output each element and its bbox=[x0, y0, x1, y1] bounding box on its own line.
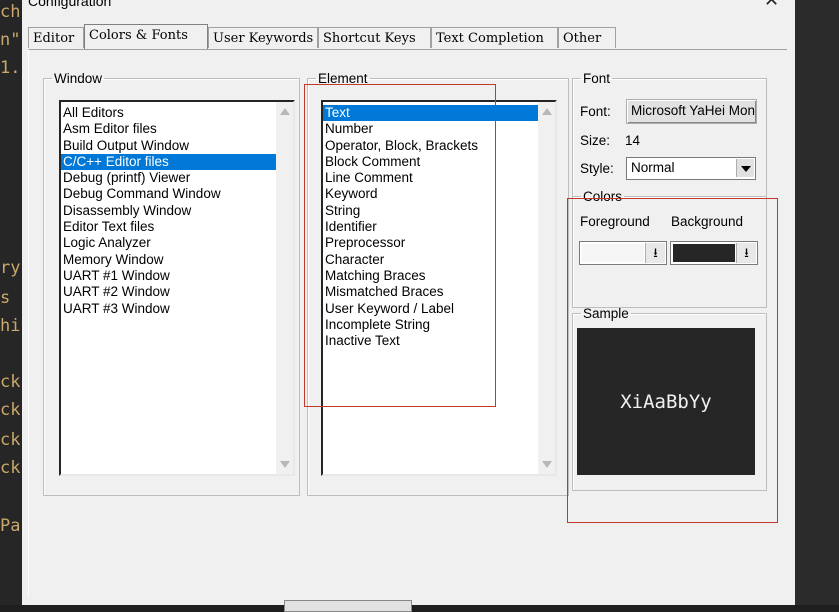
element-list-item[interactable]: Mismatched Braces bbox=[323, 284, 555, 300]
tab-other[interactable]: Other bbox=[558, 27, 616, 48]
window-list-item[interactable]: UART #3 Window bbox=[61, 301, 293, 317]
dropdown-arrow-icon[interactable]: ⭳ bbox=[645, 243, 665, 263]
editor-fragment: s bbox=[0, 288, 11, 308]
editor-background: ch n" 1. ry s hi ck ck ck ck Pa bbox=[0, 0, 22, 605]
window-list-item[interactable]: Disassembly Window bbox=[61, 203, 293, 219]
tab-colors-fonts[interactable]: Colors & Fonts bbox=[84, 24, 208, 49]
sample-group-legend: Sample bbox=[583, 306, 629, 321]
element-listbox[interactable]: Text Number Operator, Block, Brackets Block… bbox=[321, 100, 557, 476]
element-list-scrollbar[interactable] bbox=[538, 102, 555, 474]
element-group-legend: Element bbox=[318, 71, 368, 86]
element-list-item[interactable]: Line Comment bbox=[323, 170, 555, 186]
font-group-legend: Font bbox=[583, 71, 611, 86]
window-list-item[interactable]: All Editors bbox=[61, 105, 293, 121]
editor-fragment: ck bbox=[0, 458, 21, 478]
colors-group-legend: Colors bbox=[583, 189, 623, 204]
window-list-item[interactable]: C/C++ Editor files bbox=[61, 153, 293, 171]
editor-fragment: ck bbox=[0, 372, 21, 392]
background-swatch bbox=[673, 244, 735, 262]
size-value: 14 bbox=[625, 133, 641, 148]
window-list-item[interactable]: Debug (printf) Viewer bbox=[61, 170, 293, 186]
element-list-item[interactable]: Inactive Text bbox=[323, 333, 555, 349]
style-label: Style: bbox=[580, 161, 614, 176]
window-list-scrollbar[interactable] bbox=[276, 102, 293, 474]
sample-preview: XiAaBbYy bbox=[577, 328, 755, 475]
editor-fragment: ry bbox=[0, 258, 21, 278]
editor-fragment: ck bbox=[0, 400, 21, 420]
scroll-down-icon[interactable] bbox=[542, 461, 552, 468]
editor-fragment: n" bbox=[0, 30, 21, 50]
element-list-item[interactable]: Block Comment bbox=[323, 154, 555, 170]
editor-fragment: ck bbox=[0, 430, 21, 450]
window-list-item[interactable]: Logic Analyzer bbox=[61, 235, 293, 251]
size-label: Size: bbox=[580, 133, 611, 148]
window-group-legend: Window bbox=[54, 71, 103, 86]
background-color-picker[interactable]: ⭳ bbox=[670, 241, 758, 265]
element-list-item[interactable]: Keyword bbox=[323, 186, 555, 202]
chevron-down-icon[interactable] bbox=[736, 159, 754, 177]
element-list-item[interactable]: Character bbox=[323, 252, 555, 268]
sample-text: XiAaBbYy bbox=[620, 391, 712, 413]
style-dropdown[interactable]: Normal bbox=[626, 157, 756, 180]
element-list-item[interactable]: String bbox=[323, 203, 555, 219]
configuration-dialog: Configuration ✕ Editor Colors & Fonts Us… bbox=[22, 0, 795, 612]
scroll-up-icon[interactable] bbox=[280, 108, 290, 115]
element-list-item[interactable]: Identifier bbox=[323, 219, 555, 235]
window-list-item[interactable]: Memory Window bbox=[61, 252, 293, 268]
editor-fragment: 1. bbox=[0, 58, 21, 78]
font-label: Font: bbox=[580, 104, 611, 119]
element-list-item[interactable]: Number bbox=[323, 121, 555, 137]
tab-user-keywords[interactable]: User Keywords bbox=[208, 27, 318, 48]
dropdown-arrow-icon[interactable]: ⭳ bbox=[736, 243, 756, 263]
element-list-item[interactable]: Incomplete String bbox=[323, 317, 555, 333]
dialog-button-partial[interactable] bbox=[284, 600, 412, 612]
editor-fragment: Pa bbox=[0, 516, 21, 536]
style-dropdown-value: Normal bbox=[631, 160, 675, 175]
element-list-item[interactable]: Operator, Block, Brackets bbox=[323, 138, 555, 154]
scroll-down-icon[interactable] bbox=[280, 461, 290, 468]
element-list-item[interactable]: User Keyword / Label bbox=[323, 301, 555, 317]
element-list-item[interactable]: Preprocessor bbox=[323, 235, 555, 251]
editor-fragment: ch bbox=[0, 2, 21, 22]
window-list-item[interactable]: Build Output Window bbox=[61, 138, 293, 154]
tab-shortcut-keys[interactable]: Shortcut Keys bbox=[318, 27, 431, 48]
scroll-up-icon[interactable] bbox=[542, 108, 552, 115]
window-title: Configuration bbox=[28, 0, 112, 9]
window-listbox[interactable]: All Editors Asm Editor files Build Output … bbox=[59, 100, 295, 476]
tab-text-completion[interactable]: Text Completion bbox=[431, 27, 558, 48]
foreground-swatch bbox=[582, 244, 644, 262]
foreground-color-picker[interactable]: ⭳ bbox=[579, 241, 667, 265]
window-list-item[interactable]: Asm Editor files bbox=[61, 121, 293, 137]
background-label: Background bbox=[671, 214, 744, 229]
tab-editor[interactable]: Editor bbox=[28, 27, 84, 48]
window-list-item[interactable]: UART #1 Window bbox=[61, 268, 293, 284]
window-list-item[interactable]: UART #2 Window bbox=[61, 284, 293, 300]
foreground-label: Foreground bbox=[580, 214, 650, 229]
element-list-item[interactable]: Matching Braces bbox=[323, 268, 555, 284]
window-list-item[interactable]: Editor Text files bbox=[61, 219, 293, 235]
close-icon[interactable]: ✕ bbox=[764, 0, 779, 11]
font-select-button[interactable]: Microsoft YaHei Mon bbox=[626, 99, 757, 124]
editor-fragment: hi bbox=[0, 316, 21, 336]
element-list-item[interactable]: Text bbox=[323, 105, 555, 122]
background-area bbox=[795, 0, 839, 605]
window-list-item[interactable]: Debug Command Window bbox=[61, 186, 293, 202]
title-bar[interactable]: Configuration ✕ bbox=[22, 0, 795, 12]
